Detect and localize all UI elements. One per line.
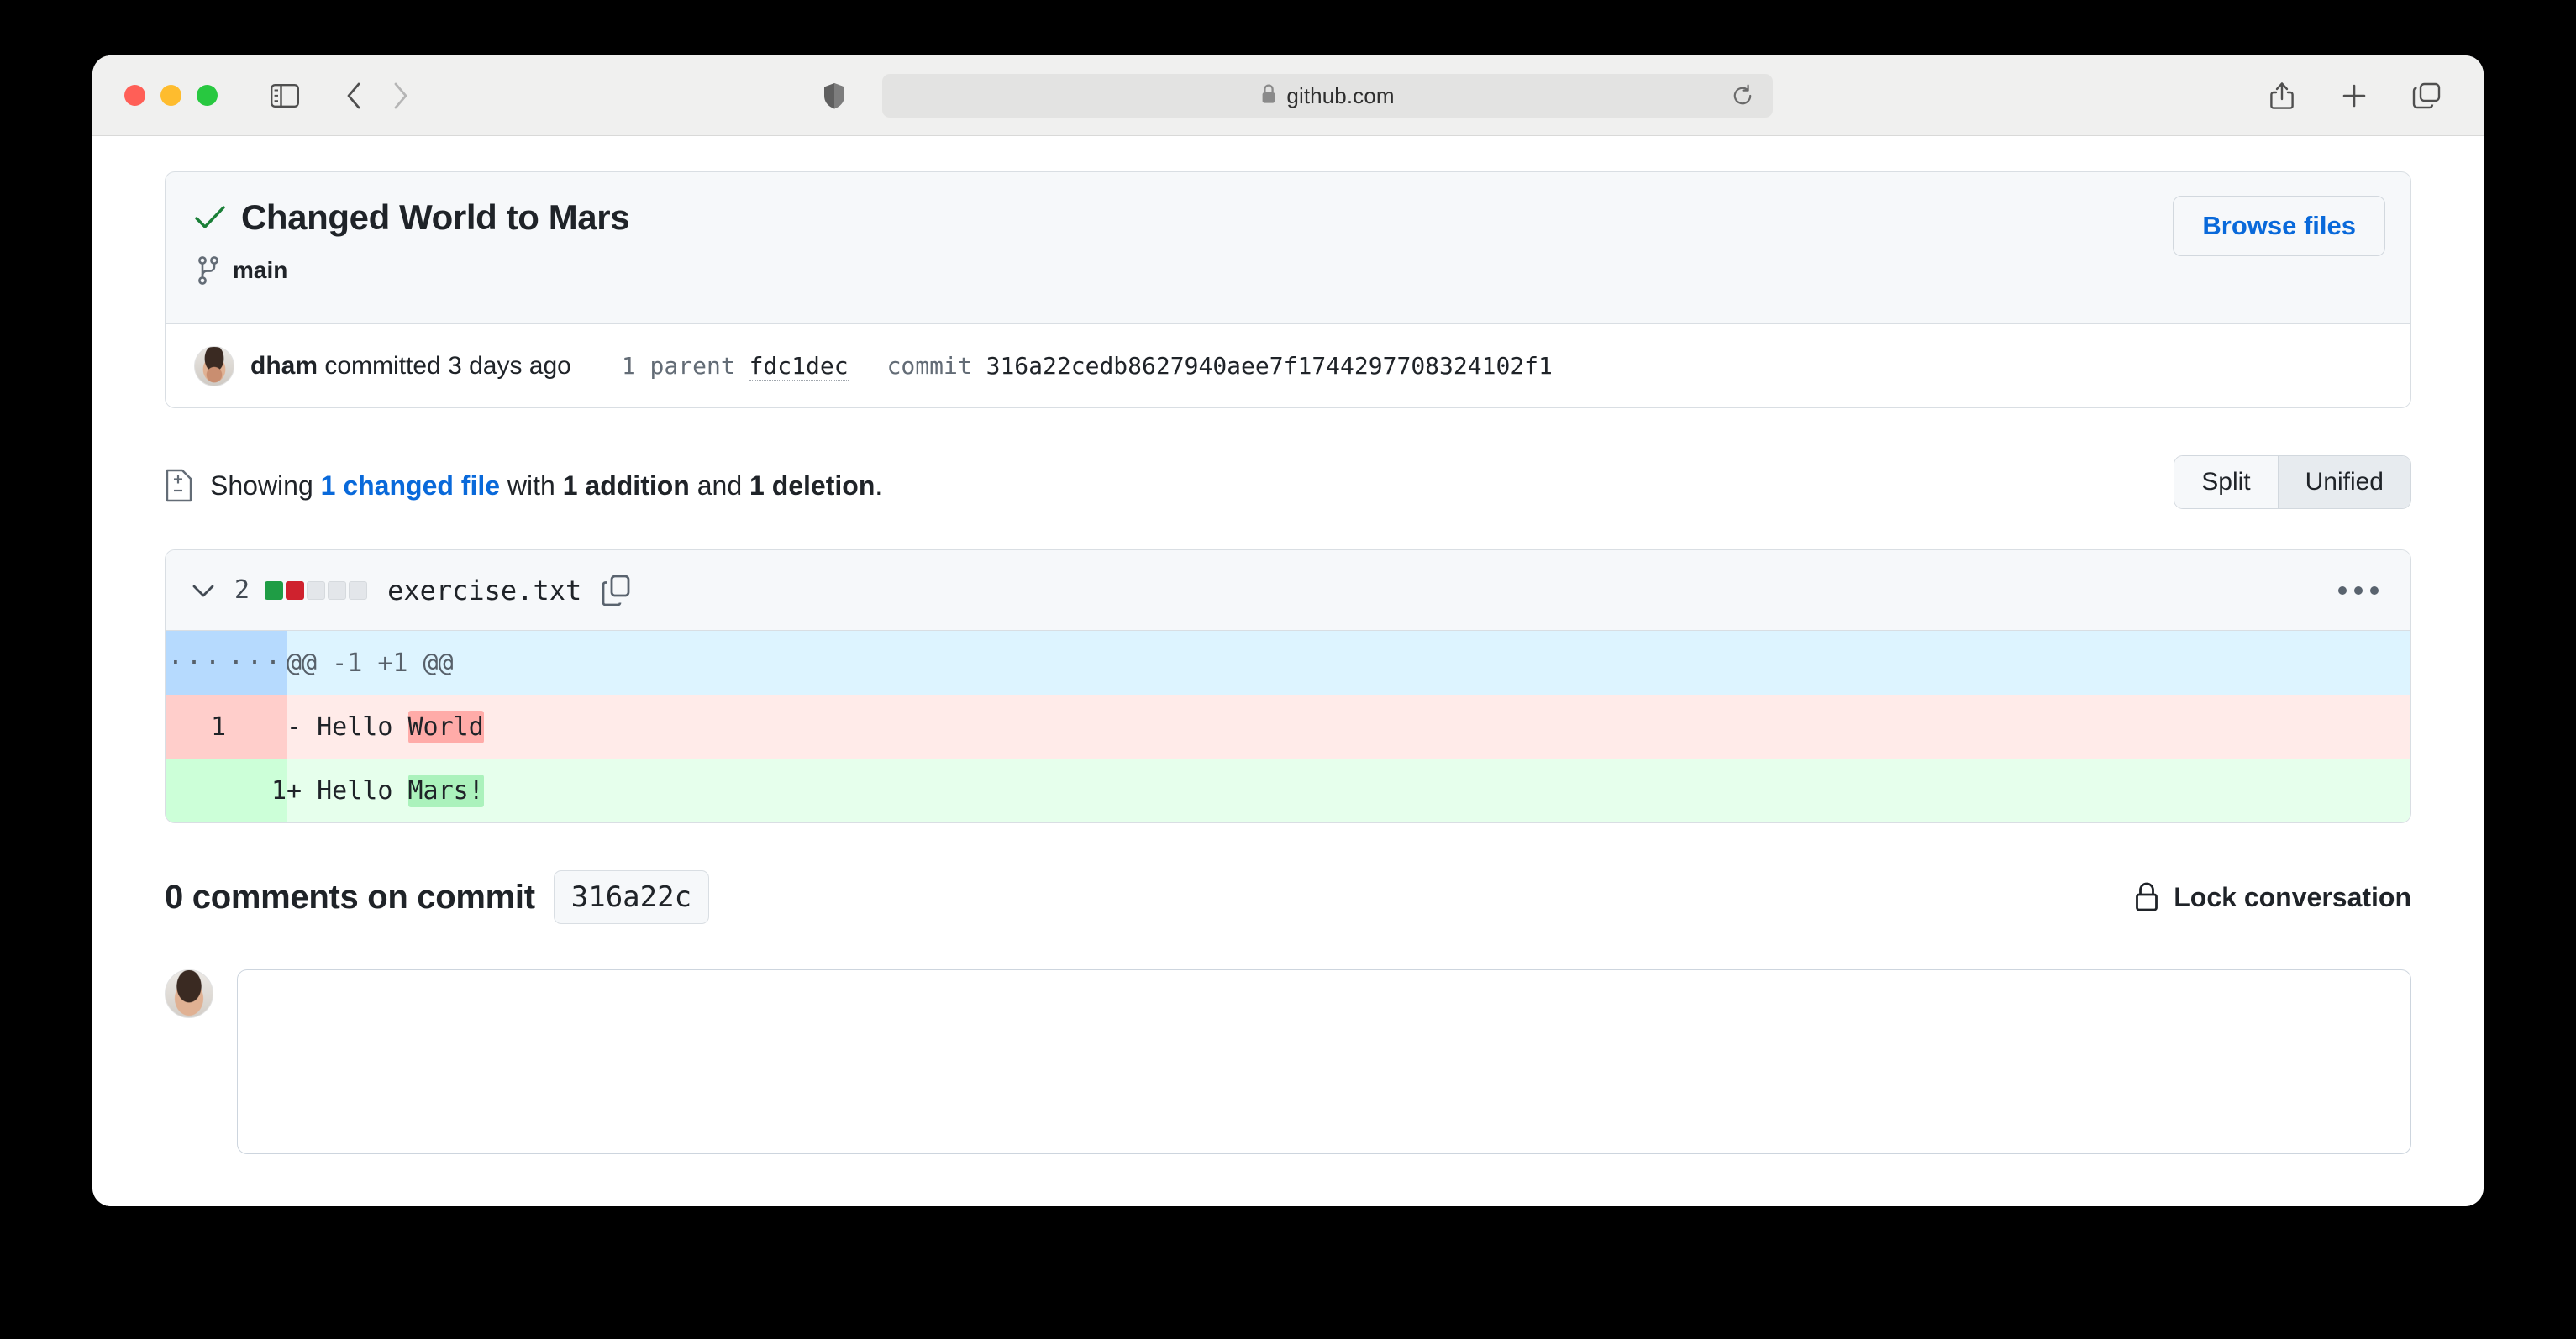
changed-files-link[interactable]: 1 changed file [321,470,500,501]
window-controls [124,85,218,106]
browser-toolbar: github.com [92,55,2484,136]
branch-name[interactable]: main [233,257,287,284]
privacy-shield-icon[interactable] [823,82,845,113]
back-chevron-icon[interactable] [330,72,377,119]
deletion-new-num[interactable] [226,695,287,759]
commit-label: commit [886,352,972,380]
comments-short-hash: 316a22c [553,870,710,924]
commit-meta-row: dham committed 3 days ago 1 parent fdc1d… [166,323,2410,407]
summary-prefix: Showing [210,470,321,501]
parent-label: 1 parent [621,352,735,380]
check-icon [194,205,226,230]
deletion-code: - Hello World [287,695,2410,759]
diff-table: ··· ··· @@ -1 +1 @@ 1 - Hello World 1 + … [166,631,2410,822]
additions-count: 1 addition [562,470,690,501]
comments-header-row: 0 comments on commit 316a22c Lock conver… [165,864,2411,931]
diff-file-header: 2 exercise.txt [166,550,2410,631]
minimize-window-button[interactable] [160,85,181,106]
browse-files-button[interactable]: Browse files [2173,196,2385,256]
comment-input-box[interactable] [237,969,2411,1154]
lock-closed-icon [2133,881,2160,913]
sidebar-icon[interactable] [261,72,308,119]
plus-icon[interactable] [2331,72,2378,119]
commit-branch: main [197,256,2382,285]
address-bar[interactable]: github.com [882,74,1773,118]
addition-old-num[interactable] [166,759,226,822]
kebab-dot [2370,585,2379,595]
github-commit-page: Changed World to Mars main Browse files … [92,136,2484,1206]
share-icon[interactable] [2258,72,2305,119]
comments-title: 0 comments on commit [165,878,535,916]
tab-split-view[interactable]: Split [2174,456,2278,508]
diffstat-square-add [265,580,284,600]
lock-conversation-button[interactable]: Lock conversation [2133,881,2411,913]
kebab-dot [2354,585,2363,595]
diffstat-bar [265,580,368,600]
new-comment-form [165,969,2411,1154]
diff-row-hunk: ··· ··· @@ -1 +1 @@ [166,631,2410,695]
parent-hash-group: 1 parent fdc1dec [621,352,849,381]
commit-hash[interactable]: 316a22cedb8627940aee7f1744297708324102f1 [986,352,1553,380]
commit-hash-group: commit 316a22cedb8627940aee7f17442977083… [887,352,1553,380]
commit-author-action: committed 3 days ago [324,351,571,380]
kebab-menu-icon[interactable] [2338,585,2379,595]
addition-word-highlight: Mars! [407,774,484,807]
diff-view-toggle: Split Unified [2174,455,2411,509]
hunk-header-code: @@ -1 +1 @@ [287,631,2410,695]
summary-suffix: . [875,470,883,501]
url-text: github.com [1286,82,1395,108]
hunk-old-num[interactable]: ··· [166,631,226,695]
reload-icon[interactable] [1731,84,1754,108]
deletion-word-highlight: World [407,710,484,743]
close-window-button[interactable] [124,85,145,106]
diff-file-box: 2 exercise.txt ··· ··· @@ -1 +1 @@ 1 - H… [165,549,2411,823]
file-changes-count: 2 [234,575,250,605]
diffstat-square-neutral [307,580,326,600]
safari-browser-window: github.com Changed World to Mars main Br… [92,55,2484,1206]
deletions-count: 1 deletion [749,470,875,501]
git-branch-icon [197,256,219,285]
lock-icon [1260,83,1277,109]
copy-icon[interactable] [602,575,630,606]
addition-code: + Hello Mars! [287,759,2410,822]
diff-row-deletion: 1 - Hello World [166,695,2410,759]
addition-code-prefix: + Hello [287,775,408,806]
diffstat-square-del [286,580,305,600]
toolbar-right-actions [2258,72,2450,119]
commit-card: Changed World to Mars main Browse files … [165,171,2411,408]
summary-middle: with [500,470,563,501]
commit-hashes: 1 parent fdc1dec commit 316a22cedb862794… [621,352,1553,381]
diffstat-square-neutral [349,580,368,600]
tab-overview-icon[interactable] [2403,72,2450,119]
lock-conversation-label: Lock conversation [2174,881,2411,912]
tab-unified-view[interactable]: Unified [2277,456,2410,508]
hunk-new-num[interactable]: ··· [226,631,287,695]
forward-chevron-icon[interactable] [377,72,424,119]
diff-summary-text: Showing 1 changed file with 1 addition a… [210,470,882,501]
commit-author-name[interactable]: dham [250,352,318,380]
address-bar-content: github.com [1260,83,1394,109]
diff-file-name[interactable]: exercise.txt [387,575,581,606]
commit-card-header: Changed World to Mars main Browse files [166,172,2410,323]
diffstat-square-neutral [328,580,347,600]
commit-author-line: dham committed 3 days ago [250,352,571,381]
diff-row-addition: 1 + Hello Mars! [166,759,2410,822]
diff-summary-row: Showing 1 changed file with 1 addition a… [165,450,2411,521]
deletion-old-num[interactable]: 1 [166,695,226,759]
summary-conjunction: and [689,470,749,501]
addition-new-num[interactable]: 1 [226,759,287,822]
avatar[interactable] [165,969,213,1018]
kebab-dot [2338,585,2347,595]
page-title: Changed World to Mars [241,197,630,237]
maximize-window-button[interactable] [197,85,218,106]
parent-hash[interactable]: fdc1dec [749,352,849,381]
avatar[interactable] [194,345,234,386]
diff-file-icon [165,468,193,503]
deletion-code-prefix: - Hello [287,712,408,742]
commit-title-row: Changed World to Mars [194,197,2382,238]
chevron-down-icon[interactable] [191,582,216,599]
